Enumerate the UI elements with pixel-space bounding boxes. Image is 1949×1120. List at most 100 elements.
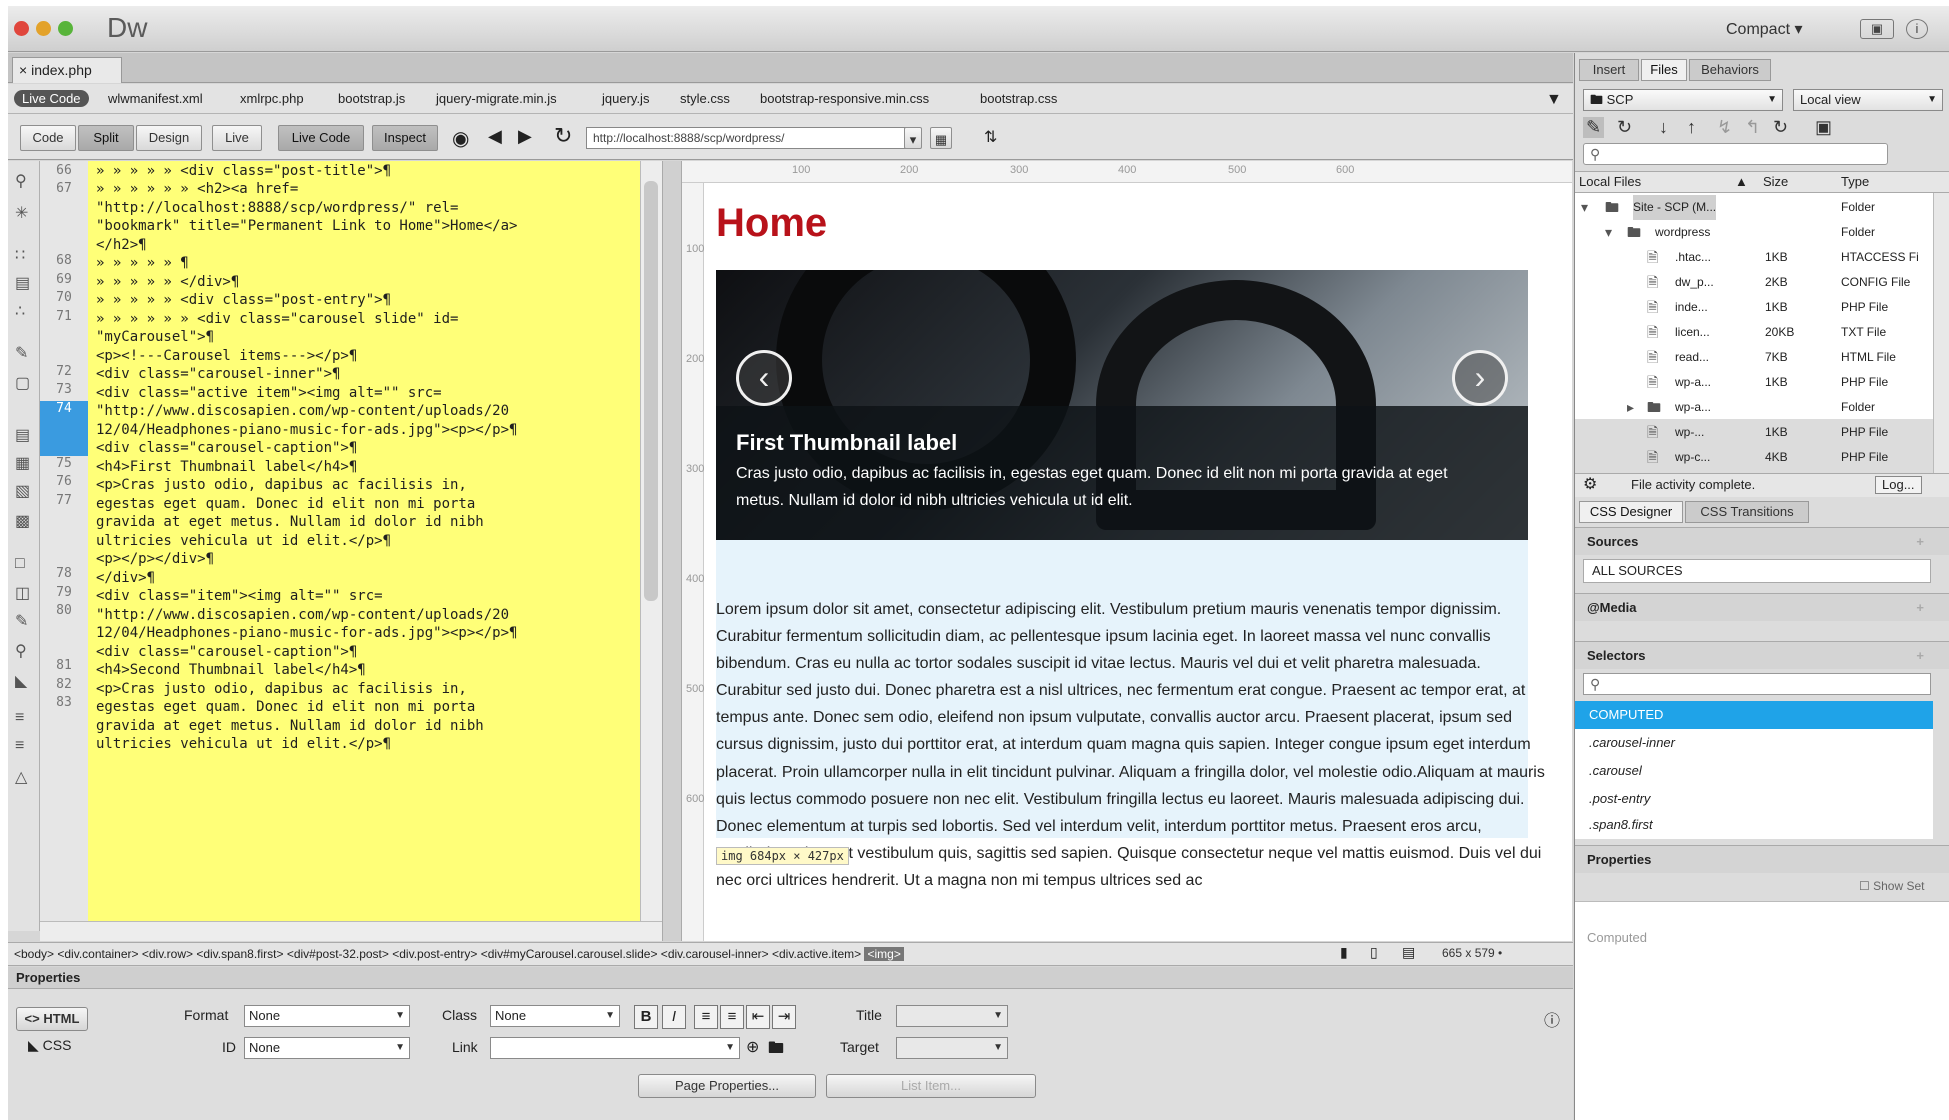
get-files-icon[interactable]: ↓	[1659, 117, 1668, 138]
remove-comment-icon[interactable]: ◫	[15, 583, 30, 603]
code-line[interactable]: » » » » » <div class="post-entry">¶	[96, 292, 391, 308]
file-row[interactable]: 🗎 wp-... 1KB PHP File	[1575, 420, 1933, 445]
add-selector-icon[interactable]: +	[1916, 642, 1924, 670]
tab-behaviors[interactable]: Behaviors	[1689, 59, 1771, 81]
id-select[interactable]: None	[244, 1037, 410, 1059]
related-file-bootstrap-css[interactable]: bootstrap.css	[980, 91, 1057, 106]
code-line[interactable]: "bookmark" title="Permanent Link to Home…	[96, 218, 517, 234]
tab-files[interactable]: Files	[1641, 59, 1687, 81]
html-mode-button[interactable]: <> HTML	[16, 1007, 88, 1031]
open-documents-icon[interactable]: ⚲	[15, 171, 27, 191]
live-view-button[interactable]: Live	[212, 125, 262, 151]
tag-path[interactable]: <body> <div.container> <div.row> <div.sp…	[14, 947, 861, 961]
code-line[interactable]: "http://localhost:8888/scp/wordpress/" r…	[96, 200, 458, 216]
list-item-button[interactable]: List Item...	[826, 1074, 1036, 1098]
expand-arrow-icon[interactable]: ▾	[1605, 220, 1612, 245]
code-line[interactable]: gravida at eget metus. Nullam id dolor i…	[96, 514, 484, 530]
related-file-jquery[interactable]: jquery.js	[602, 91, 649, 106]
code-line[interactable]: "http://www.discosapien.com/wp-content/u…	[96, 403, 509, 419]
site-select[interactable]: 🖿 SCP	[1583, 89, 1783, 111]
selectors-header[interactable]: Selectors +	[1575, 641, 1949, 669]
add-source-icon[interactable]: +	[1916, 528, 1924, 556]
selectors-search-input[interactable]: ⚲	[1583, 673, 1931, 695]
split-view-button[interactable]: Split	[78, 125, 134, 151]
word-wrap-icon[interactable]: ▤	[15, 425, 30, 445]
check-in-icon[interactable]: ↰	[1745, 117, 1760, 138]
tab-css-transitions[interactable]: CSS Transitions	[1685, 501, 1809, 523]
code-line[interactable]: » » » » » » <div class="carousel slide" …	[96, 311, 458, 327]
page-heading[interactable]: Home	[716, 201, 827, 246]
file-row[interactable]: 🗎 .htac... 1KB HTACCESS Fi	[1575, 245, 1933, 270]
line-numbers-icon[interactable]: ✎	[15, 343, 28, 363]
sources-header[interactable]: Sources +	[1575, 527, 1949, 555]
css-mode-button[interactable]: ◣ CSS	[28, 1037, 71, 1054]
col-type[interactable]: Type	[1841, 172, 1869, 192]
properties-header[interactable]: Properties	[1575, 845, 1949, 873]
format-select[interactable]: None	[244, 1005, 410, 1027]
code-line[interactable]: <p></p></div>¶	[96, 551, 214, 567]
address-bar[interactable]: http://localhost:8888/scp/wordpress/	[586, 127, 906, 149]
code-line[interactable]: 12/04/Headphones-piano-music-for-ads.jpg…	[96, 625, 517, 641]
outdent-icon[interactable]: ≡	[15, 737, 24, 755]
file-row[interactable]: 🗎 read... 7KB HTML File	[1575, 345, 1933, 370]
mobile-size-icon[interactable]: ▮	[1340, 944, 1348, 961]
code-view-button[interactable]: Code	[20, 125, 76, 151]
file-row[interactable]: 🗎 inde... 1KB PHP File	[1575, 295, 1933, 320]
help-icon[interactable]: ⓘ	[1544, 1007, 1560, 1031]
code-line[interactable]: <div class="active item"><img alt="" src…	[96, 385, 442, 401]
indent-button-icon[interactable]: ⇥	[772, 1005, 796, 1029]
tab-insert[interactable]: Insert	[1579, 59, 1639, 81]
balance-braces-icon[interactable]: ∴	[15, 301, 25, 321]
refresh-files-icon[interactable]: ↻	[1617, 117, 1632, 138]
apply-comment-icon[interactable]: □	[15, 555, 25, 573]
synchronize-icon[interactable]: ↻	[1773, 117, 1788, 138]
globe-icon[interactable]: ◉	[452, 126, 469, 151]
media-header[interactable]: @Media +	[1575, 593, 1949, 621]
code-line[interactable]: » » » » » » <h2><a href=	[96, 181, 298, 197]
put-files-icon[interactable]: ↑	[1687, 117, 1696, 138]
code-horizontal-scrollbar[interactable]	[40, 921, 662, 941]
filter-icon[interactable]: ▼	[1546, 91, 1562, 109]
back-arrow-icon[interactable]: ◀	[488, 126, 502, 147]
all-sources-item[interactable]: ALL SOURCES	[1583, 559, 1931, 583]
point-to-file-icon[interactable]: ⊕	[746, 1037, 759, 1057]
scroll-thumb[interactable]	[644, 181, 658, 601]
syntax-coloring-icon[interactable]: ▦	[15, 453, 30, 473]
zoom-window-button[interactable]	[58, 21, 73, 36]
expand-panel-icon[interactable]: ▣	[1815, 117, 1832, 138]
code-vertical-scrollbar[interactable]	[640, 161, 662, 921]
format-source-icon[interactable]: ▩	[15, 511, 30, 531]
close-window-button[interactable]	[14, 21, 29, 36]
expand-arrow-icon[interactable]: ▾	[1581, 195, 1588, 220]
code-line[interactable]: <p>Cras justo odio, dapibus ac facilisis…	[96, 681, 467, 697]
file-row[interactable]: 🗎 wp-a... 1KB PHP File	[1575, 370, 1933, 395]
related-file-bootstrap-responsive[interactable]: bootstrap-responsive.min.css	[760, 91, 929, 106]
check-out-icon[interactable]: ↯	[1717, 117, 1732, 138]
view-select[interactable]: Local view	[1793, 89, 1943, 111]
selector-computed[interactable]: COMPUTED	[1575, 701, 1933, 729]
file-row[interactable]: ▾ 🖿 wordpress Folder	[1575, 220, 1933, 245]
code-line[interactable]: egestas eget quam. Donec id elit non mi …	[96, 699, 475, 715]
code-line[interactable]: <div class="carousel-caption">¶	[96, 440, 357, 456]
code-line[interactable]: "http://www.discosapien.com/wp-content/u…	[96, 607, 509, 623]
code-line[interactable]: <div class="item"><img alt="" src=	[96, 588, 383, 604]
code-line[interactable]: <p><!---Carousel items---></p>¶	[96, 348, 357, 364]
tablet-size-icon[interactable]: ▯	[1370, 944, 1378, 961]
tag-selector-bar[interactable]: <body> <div.container> <div.row> <div.sp…	[8, 942, 1573, 966]
code-line[interactable]: <div class="carousel-inner">¶	[96, 366, 340, 382]
target-select[interactable]	[896, 1037, 1008, 1059]
code-line[interactable]: gravida at eget metus. Nullam id dolor i…	[96, 718, 484, 734]
address-history-dropdown[interactable]: ▾	[904, 127, 922, 149]
code-line[interactable]: 12/04/Headphones-piano-music-for-ads.jpg…	[96, 422, 517, 438]
carousel-prev-arrow-icon[interactable]: ‹	[736, 350, 792, 406]
ordered-list-icon[interactable]: ≡	[720, 1005, 744, 1029]
sync-settings-icon[interactable]: ▣	[1860, 19, 1894, 39]
code-line[interactable]: » » » » » </div>¶	[96, 274, 239, 290]
selector-item[interactable]: .post-entry	[1575, 785, 1933, 813]
connect-icon[interactable]: ✎	[1583, 117, 1605, 138]
desktop-size-icon[interactable]: ▤	[1402, 944, 1415, 961]
log-button[interactable]: Log...	[1875, 476, 1922, 494]
add-media-icon[interactable]: +	[1916, 594, 1924, 622]
code-line[interactable]: ultricies vehicula ut id elit.</p>¶	[96, 736, 391, 752]
file-row[interactable]: 🗎 dw_p... 2KB CONFIG File	[1575, 270, 1933, 295]
